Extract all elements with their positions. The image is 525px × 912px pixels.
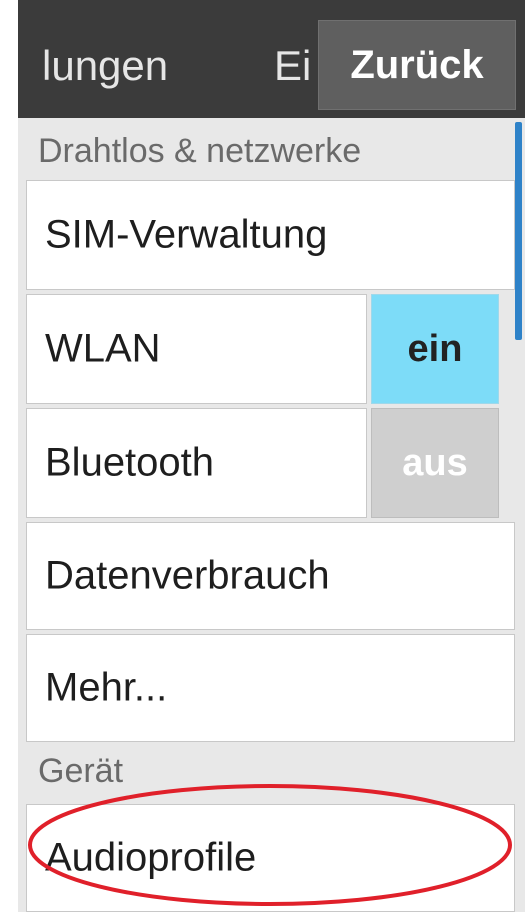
sim-management-label: SIM-Verwaltung bbox=[45, 212, 328, 257]
data-usage-item[interactable]: Datenverbrauch bbox=[26, 522, 515, 630]
section-header-device: Gerät bbox=[38, 752, 124, 790]
bluetooth-toggle[interactable]: aus bbox=[371, 408, 499, 518]
section-header-wireless: Drahtlos & netzwerke bbox=[38, 132, 362, 170]
more-label: Mehr... bbox=[45, 665, 168, 710]
bluetooth-item[interactable]: Bluetooth bbox=[26, 408, 367, 518]
settings-screen: lungen Ei Zurück Drahtlos & netzwerke SI… bbox=[18, 0, 525, 912]
title-text-part-2: Ei bbox=[274, 42, 312, 89]
title-bar: lungen Ei Zurück bbox=[18, 0, 525, 118]
wlan-label: WLAN bbox=[45, 326, 161, 371]
audio-profiles-label: Audioprofile bbox=[45, 835, 257, 880]
more-item[interactable]: Mehr... bbox=[26, 634, 515, 742]
scrollbar[interactable] bbox=[515, 122, 522, 340]
back-button[interactable]: Zurück bbox=[318, 20, 516, 110]
sim-management-item[interactable]: SIM-Verwaltung bbox=[26, 180, 515, 290]
audio-profiles-item[interactable]: Audioprofile bbox=[26, 804, 515, 912]
screen: lungen Ei Zurück Drahtlos & netzwerke SI… bbox=[0, 0, 525, 912]
wlan-toggle[interactable]: ein bbox=[371, 294, 499, 404]
data-usage-label: Datenverbrauch bbox=[45, 553, 330, 598]
title-text-part-1: lungen bbox=[42, 42, 169, 89]
bluetooth-label: Bluetooth bbox=[45, 440, 215, 485]
wlan-item[interactable]: WLAN bbox=[26, 294, 367, 404]
